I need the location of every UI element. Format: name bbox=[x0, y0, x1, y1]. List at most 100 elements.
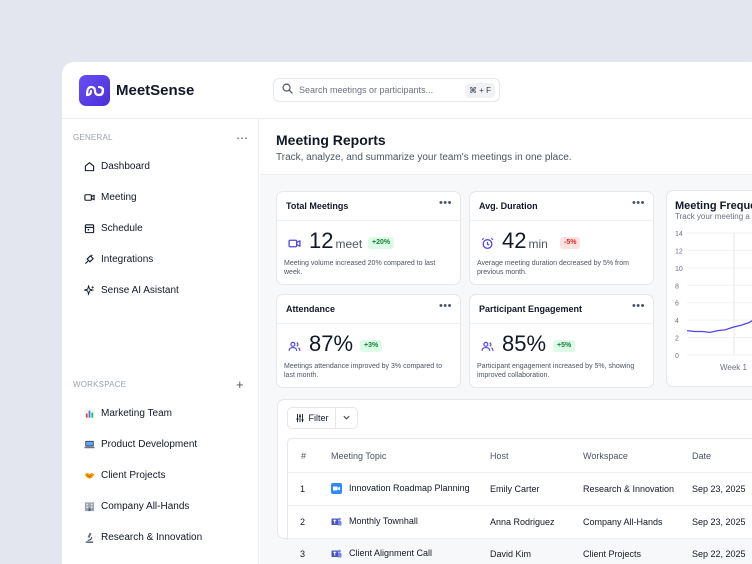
card-value-number: 87% bbox=[309, 331, 354, 356]
search-icon bbox=[282, 81, 293, 99]
sidebar-item-label: Client Projects bbox=[101, 469, 166, 481]
card-divider bbox=[277, 220, 460, 221]
calendar-icon bbox=[84, 223, 95, 234]
page-title: Meeting Reports bbox=[276, 132, 386, 148]
meeting-frequency-card: Meeting Freque Track your meeting a 14 12… bbox=[666, 190, 752, 387]
card-value-number: 85% bbox=[502, 331, 547, 356]
top-bar: MeetSense ⌘ + F bbox=[62, 62, 752, 119]
sidebar-item-client-projects[interactable]: Client Projects bbox=[84, 466, 165, 484]
column-header-date[interactable]: Date bbox=[692, 451, 711, 461]
stat-card-avg-duration: Avg. Duration ••• 42 min -5% Average meet… bbox=[469, 191, 654, 285]
chevron-down-icon bbox=[342, 409, 351, 427]
add-workspace-icon[interactable]: + bbox=[236, 378, 244, 391]
x-tick-label: Week 1 bbox=[720, 363, 748, 372]
card-value: 42 min bbox=[502, 228, 548, 254]
card-value-unit: min bbox=[528, 237, 548, 251]
meetings-table: # Meeting Topic Host Workspace Date 1 In… bbox=[287, 438, 752, 559]
row-topic-label: Monthly Townhall bbox=[349, 516, 418, 526]
video-icon bbox=[84, 192, 95, 203]
y-tick-label: 8 bbox=[675, 283, 679, 290]
row-date: Sep 22, 2025 bbox=[692, 549, 746, 559]
row-divider bbox=[288, 472, 752, 473]
sidebar-item-meeting[interactable]: Meeting bbox=[84, 188, 137, 206]
more-options-icon[interactable]: ••• bbox=[632, 300, 645, 312]
office-building-emoji-icon bbox=[84, 501, 95, 512]
card-value-number: 12 bbox=[309, 228, 334, 253]
plug-icon bbox=[84, 254, 95, 265]
zoom-icon bbox=[331, 483, 342, 495]
more-options-icon[interactable]: ••• bbox=[439, 300, 452, 312]
video-icon bbox=[286, 235, 302, 251]
column-header-host[interactable]: Host bbox=[490, 451, 509, 461]
sidebar-item-research-innovation[interactable]: Research & Innovation bbox=[84, 528, 202, 546]
sidebar-item-product-development[interactable]: Product Development bbox=[84, 435, 197, 453]
card-value: 85% bbox=[502, 331, 546, 357]
row-number: 2 bbox=[300, 517, 306, 527]
more-options-icon[interactable]: ••• bbox=[439, 197, 452, 209]
card-title: Avg. Duration bbox=[479, 201, 538, 211]
column-header-topic[interactable]: Meeting Topic bbox=[331, 451, 386, 461]
frequency-line-chart: 14 12 10 8 6 4 2 0 Week 1 bbox=[675, 231, 752, 372]
card-value-number: 42 bbox=[502, 228, 527, 253]
card-description: Participant engagement increased by 5%, … bbox=[477, 363, 635, 379]
row-number: 1 bbox=[300, 484, 306, 494]
sidebar-item-marketing-team[interactable]: Marketing Team bbox=[84, 404, 172, 422]
workspace-section-label: WORKSPACE bbox=[73, 380, 127, 389]
app-window: MeetSense ⌘ + F GENERAL ⋯ Dashboard Meet… bbox=[62, 62, 752, 564]
card-title: Attendance bbox=[286, 304, 336, 314]
page-subtitle: Track, analyze, and summarize your team'… bbox=[276, 152, 572, 163]
card-description: Meetings attendance improved by 3% compa… bbox=[284, 363, 442, 379]
app-name: MeetSense bbox=[116, 82, 195, 99]
users-icon bbox=[479, 338, 495, 354]
row-workspace: Research & Innovation bbox=[583, 484, 675, 494]
column-header-workspace[interactable]: Workspace bbox=[583, 451, 628, 461]
chart-title: Meeting Freque bbox=[675, 200, 752, 212]
sidebar-item-integrations[interactable]: Integrations bbox=[84, 250, 153, 268]
card-title: Total Meetings bbox=[286, 201, 349, 211]
teams-icon bbox=[331, 516, 342, 527]
y-tick-label: 4 bbox=[675, 318, 679, 325]
sidebar-item-dashboard[interactable]: Dashboard bbox=[84, 157, 150, 175]
y-tick-label: 0 bbox=[675, 353, 679, 360]
sparkle-icon bbox=[84, 284, 95, 296]
meetings-table-card: Filter # Meeting Topic Host Workspace Da… bbox=[277, 399, 752, 559]
y-tick-label: 6 bbox=[675, 301, 679, 308]
chart-subtitle: Track your meeting a bbox=[675, 212, 750, 221]
row-date: Sep 23, 2025 bbox=[692, 517, 746, 527]
meetsense-logo-icon[interactable] bbox=[79, 75, 110, 106]
filter-dropdown-button[interactable] bbox=[336, 407, 358, 429]
alarm-clock-icon bbox=[479, 235, 495, 251]
column-header-number: # bbox=[301, 451, 307, 461]
stat-card-participant-engagement: Participant Engagement ••• 85% +5% Parti… bbox=[469, 294, 654, 388]
row-topic-label: Innovation Roadmap Planning bbox=[349, 483, 470, 493]
handshake-emoji-icon bbox=[84, 470, 95, 481]
more-options-icon[interactable]: ••• bbox=[632, 197, 645, 209]
card-value-unit: meet bbox=[335, 237, 363, 251]
sidebar-item-label: Product Development bbox=[101, 438, 198, 450]
sidebar-item-sense-ai-assistant[interactable]: Sense AI Asistant bbox=[84, 281, 179, 299]
row-workspace: Client Projects bbox=[583, 549, 642, 559]
microscope-emoji-icon bbox=[84, 532, 95, 543]
card-divider bbox=[470, 323, 653, 324]
search-bar[interactable]: ⌘ + F bbox=[273, 78, 500, 102]
row-divider bbox=[288, 505, 752, 506]
card-description: Average meeting duration decreased by 5%… bbox=[477, 260, 630, 276]
sidebar-item-label: Meeting bbox=[101, 191, 137, 203]
sidebar-item-label: Sense AI Asistant bbox=[101, 284, 179, 296]
change-badge: +3% bbox=[360, 340, 383, 352]
row-topic: Innovation Roadmap Planning bbox=[331, 483, 470, 495]
sidebar-item-company-all-hands[interactable]: Company All-Hands bbox=[84, 497, 189, 515]
filter-button[interactable]: Filter bbox=[287, 407, 336, 429]
card-divider bbox=[277, 323, 460, 324]
row-topic-label: Client Alignment Call bbox=[349, 548, 433, 558]
more-options-icon[interactable]: ⋯ bbox=[236, 132, 248, 144]
row-workspace: Company All-Hands bbox=[583, 517, 663, 527]
row-host: David Kim bbox=[490, 549, 532, 559]
search-input[interactable] bbox=[299, 85, 449, 95]
row-topic: Client Alignment Call bbox=[331, 548, 432, 559]
sliders-icon bbox=[295, 413, 305, 423]
sidebar-item-schedule[interactable]: Schedule bbox=[84, 219, 143, 237]
row-divider bbox=[288, 538, 752, 539]
change-badge: +5% bbox=[553, 340, 576, 352]
teams-icon bbox=[331, 548, 342, 559]
